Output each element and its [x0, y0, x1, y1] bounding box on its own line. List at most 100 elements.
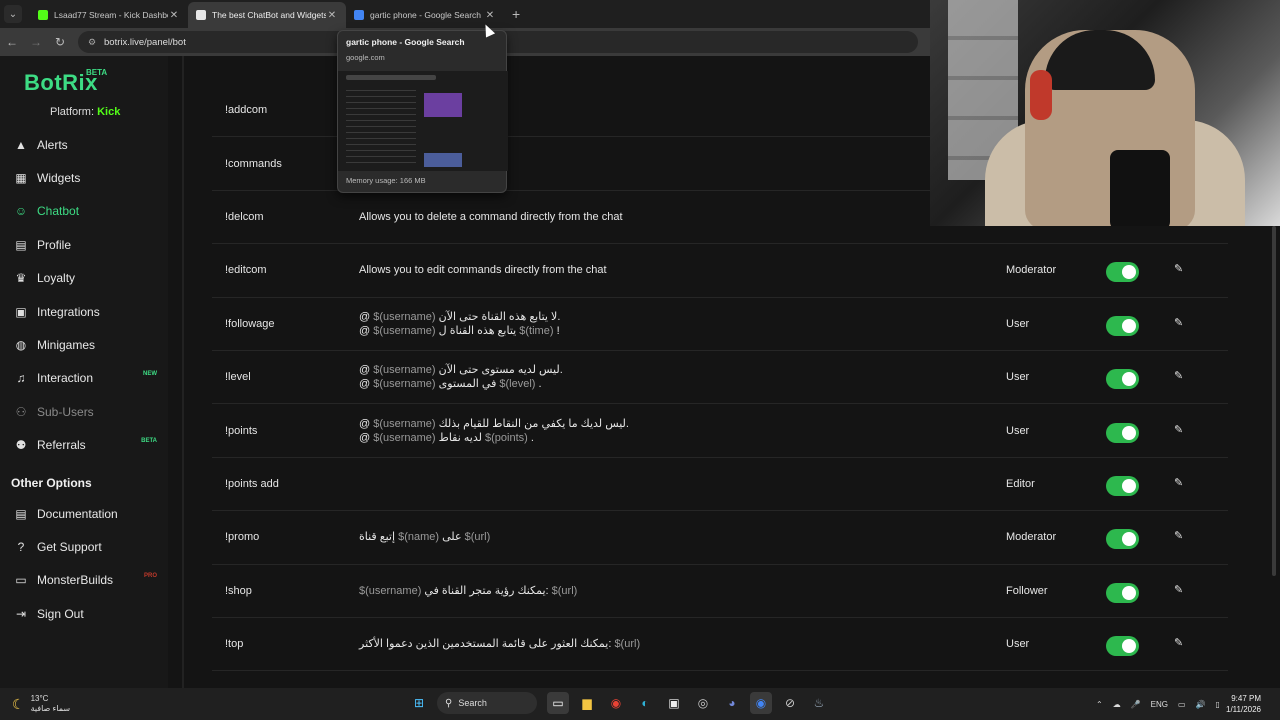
edge-icon[interactable]: ◐ — [634, 692, 656, 714]
edit-pencil-icon[interactable]: ✎ — [1174, 636, 1183, 649]
sidebar-item-profile[interactable]: ▤ Profile — [0, 228, 168, 261]
response-line: @ $(username) لديه نقاط $(points) . — [359, 431, 629, 445]
tab-close-icon[interactable]: ✕ — [484, 10, 496, 21]
language-indicator[interactable]: ENG — [1151, 700, 1168, 709]
response-variable: $(username) — [373, 364, 436, 377]
enable-toggle[interactable] — [1106, 262, 1139, 283]
browser-tab[interactable]: gartic phone - Google Search ✕ — [346, 2, 504, 28]
store-icon[interactable]: ▣ — [663, 692, 685, 714]
enable-toggle[interactable] — [1106, 422, 1139, 443]
tab-search-button[interactable]: ⌄ — [4, 5, 22, 23]
new-tab-button[interactable]: + — [512, 6, 520, 22]
sidebar-item-widgets[interactable]: ▦ Widgets — [0, 161, 168, 194]
sidebar-item-chatbot[interactable]: ☺ Chatbot — [0, 195, 168, 228]
enable-toggle[interactable] — [1106, 582, 1139, 603]
edit-pencil-icon[interactable]: ✎ — [1174, 423, 1183, 436]
browser-tab[interactable]: Lsaad77 Stream - Kick Dashboard✕ — [30, 2, 188, 28]
system-tray: ⌃ ☁ 🎤 ENG ▭ 🔊 ▯ — [1096, 688, 1230, 720]
battery-icon[interactable]: ▯ — [1216, 700, 1220, 709]
obs-icon[interactable]: ⊘ — [779, 692, 801, 714]
sidebar-item-referrals[interactable]: ⚉ Referrals BETA — [0, 429, 168, 462]
question-icon: ? — [17, 540, 25, 555]
sidebar-item-label: Get Support — [37, 540, 102, 555]
response-text: في المستوى — [435, 378, 500, 391]
command-name: !points add — [225, 477, 279, 490]
steam-icon[interactable]: ♨ — [808, 692, 830, 714]
toggle-knob — [1122, 639, 1136, 654]
page-scrollbar[interactable] — [1272, 226, 1276, 576]
grid-icon: ▦ — [15, 171, 27, 186]
command-response: Allows you to delete a command directly … — [359, 210, 623, 223]
back-button[interactable]: ← — [0, 35, 24, 49]
chrome-active-icon[interactable]: ◉ — [750, 692, 772, 714]
response-text: ليس لديك ما يكفي من النقاط للقيام بذلك. — [435, 417, 629, 430]
enable-toggle[interactable] — [1106, 315, 1139, 336]
tray-chevron-icon[interactable]: ⌃ — [1096, 700, 1103, 709]
command-name: !level — [225, 371, 251, 384]
command-response: Allows you to edit commands directly fro… — [359, 264, 607, 277]
sidebar-item-minigames[interactable]: ◍ Minigames — [0, 328, 168, 361]
volume-icon[interactable]: 🔊 — [1196, 700, 1206, 709]
chrome-icon[interactable]: ◉ — [605, 692, 627, 714]
tray-app-icon[interactable]: ☁ — [1113, 700, 1121, 709]
tab-close-icon[interactable]: ✕ — [326, 10, 338, 21]
response-variable: $(level) — [499, 378, 536, 391]
sidebar-item-label: Alerts — [37, 137, 68, 152]
moon-icon: ☾ — [12, 695, 25, 712]
taskbar-search[interactable]: ⚲ Search — [437, 692, 537, 714]
enable-toggle[interactable] — [1106, 369, 1139, 390]
command-name: !editcom — [225, 264, 267, 277]
edit-pencil-icon[interactable]: ✎ — [1174, 263, 1183, 276]
response-variable: $(username) — [373, 417, 436, 430]
sidebar-item-get-support[interactable]: ? Get Support — [0, 530, 168, 563]
microphone-icon[interactable]: 🎤 — [1131, 700, 1141, 709]
screen: ⌄ Lsaad77 Stream - Kick Dashboard✕The be… — [0, 0, 1280, 720]
start-icon[interactable]: ⊞ — [408, 692, 430, 714]
sidebar-item-label: Sign Out — [37, 606, 84, 621]
tab-close-icon[interactable]: ✕ — [168, 10, 180, 21]
edit-pencil-icon[interactable]: ✎ — [1174, 530, 1183, 543]
sidebar-item-integrations[interactable]: ▣ Integrations — [0, 295, 168, 328]
sidebar-item-loyalty[interactable]: ♛ Loyalty — [0, 262, 168, 295]
forward-button[interactable]: → — [24, 35, 48, 49]
network-icon[interactable]: ▭ — [1178, 700, 1186, 709]
tab-title: gartic phone - Google Search — [370, 10, 482, 20]
app-icon[interactable]: ◎ — [692, 692, 714, 714]
command-name: !delcom — [225, 210, 264, 223]
webcam-overlay — [930, 0, 1280, 226]
book-icon: ▤ — [15, 506, 27, 521]
response-line: يمكنك العثور على قائمة المستخدمين الذين … — [359, 637, 640, 651]
clock[interactable]: 9:47 PM 1/11/2026 — [1226, 693, 1261, 715]
site-info-icon[interactable]: ⚙ — [88, 37, 98, 48]
enable-toggle[interactable] — [1106, 636, 1139, 657]
sidebar-item-interaction[interactable]: ♫ Interaction NEW — [0, 362, 168, 395]
edit-pencil-icon[interactable]: ✎ — [1174, 369, 1183, 382]
reload-button[interactable]: ↻ — [48, 35, 72, 49]
weather-widget[interactable]: ☾ 13°C سماء صافية — [12, 694, 70, 714]
task-view-icon[interactable]: ▭ — [547, 692, 569, 714]
permission-label: User — [1006, 638, 1030, 651]
file-explorer-icon[interactable]: ▆ — [576, 692, 598, 714]
command-name: !commands — [225, 157, 282, 170]
edit-pencil-icon[interactable]: ✎ — [1174, 583, 1183, 596]
monitor-icon: ▭ — [15, 573, 27, 588]
browser-tab[interactable]: The best ChatBot and Widgets ✕ — [188, 2, 346, 28]
enable-toggle[interactable] — [1106, 475, 1139, 496]
sidebar-item-sign-out[interactable]: ⇥ Sign Out — [0, 597, 168, 630]
sidebar-item-alerts[interactable]: ▲ Alerts — [0, 128, 168, 161]
sidebar-item-monsterbuilds[interactable]: ▭ MonsterBuilds PRO — [0, 564, 168, 597]
command-name: !shop — [225, 584, 252, 597]
trophy-icon: ♛ — [15, 271, 27, 286]
edit-pencil-icon[interactable]: ✎ — [1174, 476, 1183, 489]
taskbar: ☾ 13°C سماء صافية ⊞ ⚲ Search ▭ ▆ ◉ ◐ ▣ ◎… — [0, 688, 1280, 720]
toggle-knob — [1122, 425, 1136, 440]
signout-icon: ⇥ — [15, 606, 27, 621]
sidebar-item-sub-users[interactable]: ⚇ Sub-Users — [0, 395, 168, 428]
edit-pencil-icon[interactable]: ✎ — [1174, 316, 1183, 329]
tab-favicon-icon — [38, 10, 48, 20]
enable-toggle[interactable] — [1106, 529, 1139, 550]
discord-icon[interactable]: ◕ — [721, 692, 743, 714]
toggle-knob — [1122, 265, 1136, 280]
response-variable: $(username) — [359, 584, 422, 597]
sidebar-item-documentation[interactable]: ▤ Documentation — [0, 497, 168, 530]
